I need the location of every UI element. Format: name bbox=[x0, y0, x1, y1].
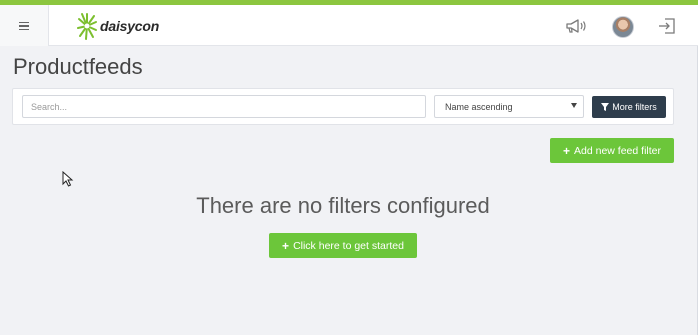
search-input[interactable] bbox=[22, 95, 426, 118]
daisy-logo-icon bbox=[77, 13, 97, 40]
filter-icon bbox=[601, 103, 610, 111]
add-feed-filter-button[interactable]: + Add new feed filter bbox=[550, 138, 674, 163]
page-title: Productfeeds bbox=[13, 54, 143, 79]
sort-select-value: Name ascending bbox=[445, 101, 513, 112]
plus-icon: + bbox=[563, 143, 571, 158]
menu-button[interactable] bbox=[0, 5, 49, 46]
caret-down-icon bbox=[571, 103, 577, 108]
avatar[interactable] bbox=[612, 16, 634, 38]
logo-text: daisycon bbox=[100, 18, 160, 34]
megaphone-icon[interactable] bbox=[565, 17, 587, 35]
empty-state-message: There are no filters configured bbox=[196, 193, 490, 218]
hamburger-icon bbox=[19, 21, 29, 30]
logout-icon[interactable] bbox=[656, 17, 678, 35]
get-started-button[interactable]: + Click here to get started bbox=[269, 233, 417, 258]
mouse-cursor-icon bbox=[62, 171, 74, 187]
more-filters-label: More filters bbox=[612, 102, 657, 112]
filter-panel: Name ascending More filters bbox=[12, 88, 674, 125]
plus-icon: + bbox=[282, 238, 290, 253]
add-feed-filter-label: Add new feed filter bbox=[574, 144, 661, 157]
more-filters-button[interactable]: More filters bbox=[592, 96, 666, 118]
top-header: daisycon bbox=[0, 5, 698, 46]
logo[interactable]: daisycon bbox=[76, 11, 159, 41]
sort-select[interactable]: Name ascending bbox=[434, 95, 584, 118]
get-started-label: Click here to get started bbox=[293, 239, 404, 252]
